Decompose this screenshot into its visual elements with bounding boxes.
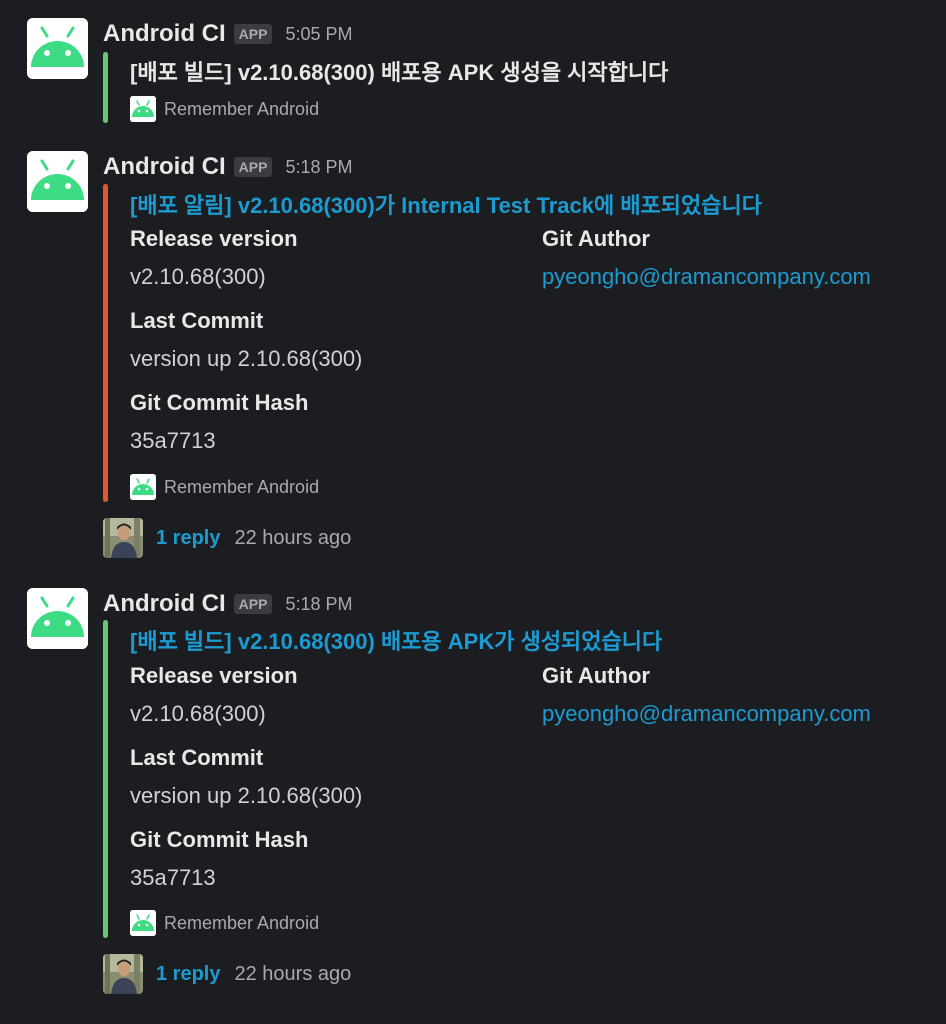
commit-hash-label: Git Commit Hash	[130, 827, 309, 852]
sender-name[interactable]: Android CI	[103, 590, 226, 618]
last-commit-label: Last Commit	[130, 308, 264, 333]
android-robot-icon	[130, 474, 156, 500]
message-header: Android CI APP 5:05 PM	[103, 18, 353, 50]
timestamp[interactable]: 5:18 PM	[285, 594, 352, 615]
attachment-bar	[103, 52, 108, 123]
android-bot-avatar-icon[interactable]	[27, 588, 88, 649]
message: Android CI APP 5:18 PM [배포 알림] v2.10.68(…	[0, 151, 946, 561]
attachment-title-link[interactable]: [배포 빌드] v2.10.68(300) 배포용 APK가 생성되었습니다	[130, 624, 662, 656]
app-badge: APP	[233, 157, 273, 177]
release-version-label: Release version	[130, 663, 298, 688]
footer-text: Remember Android	[164, 476, 320, 497]
commit-hash-value: 35a7713	[130, 865, 216, 890]
attachment-title: [배포 빌드] v2.10.68(300) 배포용 APK 생성을 시작합니다	[130, 60, 669, 85]
release-version-label: Release version	[130, 226, 298, 251]
attachment-footer: Remember Android	[130, 474, 319, 500]
release-version-value: v2.10.68(300)	[130, 264, 266, 289]
commit-hash-label: Git Commit Hash	[130, 390, 309, 415]
last-commit-value: version up 2.10.68(300)	[130, 783, 363, 808]
android-bot-avatar-icon[interactable]	[27, 18, 88, 79]
message-header: Android CI APP 5:18 PM	[103, 588, 353, 620]
thread-replies[interactable]: 1 reply 22 hours ago	[103, 518, 351, 558]
android-robot-icon	[130, 910, 156, 936]
last-commit-label: Last Commit	[130, 745, 264, 770]
attachment-bar	[103, 620, 108, 938]
footer-text: Remember Android	[164, 912, 320, 933]
thread-replies[interactable]: 1 reply 22 hours ago	[103, 954, 351, 994]
git-author-email-link[interactable]: pyeongho@dramancompany.com	[542, 701, 871, 727]
app-badge: APP	[233, 24, 273, 44]
release-version-value: v2.10.68(300)	[130, 701, 266, 726]
reply-user-avatar[interactable]	[103, 954, 143, 994]
timestamp[interactable]: 5:18 PM	[285, 157, 352, 178]
last-commit-value: version up 2.10.68(300)	[130, 346, 363, 371]
commit-hash-value: 35a7713	[130, 428, 216, 453]
message: Android CI APP 5:05 PM [배포 빌드] v2.10.68(…	[0, 18, 946, 128]
reply-count-link[interactable]: 1 reply	[156, 527, 220, 550]
attachment-bar	[103, 184, 108, 502]
reply-user-avatar[interactable]	[103, 518, 143, 558]
git-author-email-link[interactable]: pyeongho@dramancompany.com	[542, 264, 871, 290]
reply-time: 22 hours ago	[234, 962, 352, 985]
footer-text: Remember Android	[164, 98, 320, 119]
attachment-footer: Remember Android	[130, 96, 319, 122]
timestamp[interactable]: 5:05 PM	[285, 24, 352, 45]
message: Android CI APP 5:18 PM [배포 빌드] v2.10.68(…	[0, 588, 946, 998]
sender-name[interactable]: Android CI	[103, 20, 226, 48]
git-author-label: Git Author	[542, 226, 650, 251]
reply-time: 22 hours ago	[234, 526, 352, 549]
attachment-title-link[interactable]: [배포 알림] v2.10.68(300)가 Internal Test Tra…	[130, 188, 762, 220]
attachment-footer: Remember Android	[130, 910, 319, 936]
message-header: Android CI APP 5:18 PM	[103, 151, 353, 183]
android-robot-icon	[130, 96, 156, 122]
reply-count-link[interactable]: 1 reply	[156, 963, 220, 986]
android-bot-avatar-icon[interactable]	[27, 151, 88, 212]
sender-name[interactable]: Android CI	[103, 153, 226, 181]
git-author-label: Git Author	[542, 663, 650, 688]
app-badge: APP	[233, 594, 273, 614]
